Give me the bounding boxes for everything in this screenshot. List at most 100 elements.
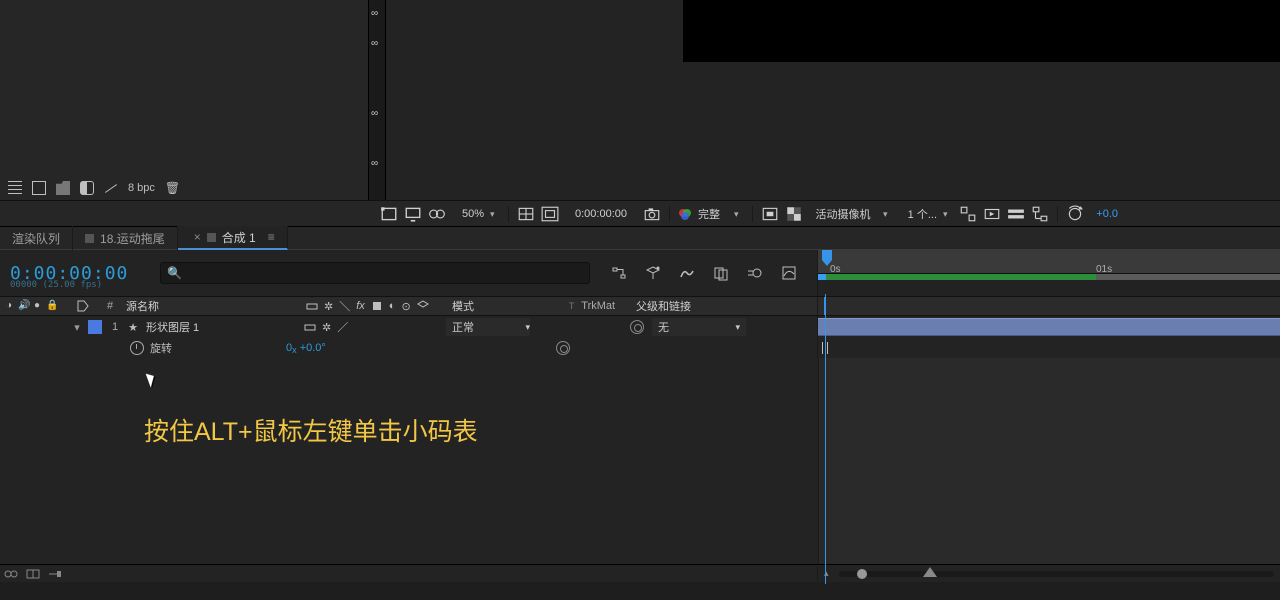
draft-3d-icon[interactable]: [643, 263, 663, 283]
region-of-interest-icon[interactable]: [761, 206, 779, 222]
timeline-zoom-slider[interactable]: [839, 571, 1274, 577]
view-count-dropdown[interactable]: 1 个...: [899, 206, 937, 222]
graph-editor-icon[interactable]: [779, 263, 799, 283]
tab-comp-1[interactable]: × 合成 1 ≡: [178, 226, 288, 250]
layer-audio-toggle[interactable]: [18, 322, 28, 332]
trkmat-prefix: T: [569, 301, 579, 311]
work-area-bar[interactable]: [818, 274, 1280, 280]
transparency-grid-icon[interactable]: [517, 206, 535, 222]
comp-mini-flowchart-icon[interactable]: [609, 263, 629, 283]
timeline-empty-right: [818, 358, 1280, 564]
layer-name[interactable]: 形状图层 1: [142, 319, 300, 335]
layer-collapse-icon[interactable]: ✲: [322, 321, 331, 334]
zoom-level[interactable]: 50%: [452, 208, 484, 220]
fast-preview-icon[interactable]: [983, 206, 1001, 222]
layer-color-swatch[interactable]: [88, 320, 102, 334]
layer-quality-slash-icon[interactable]: ／: [337, 319, 348, 335]
reset-exposure-icon[interactable]: [1066, 206, 1084, 222]
frame-blend-icon[interactable]: [711, 263, 731, 283]
bit-depth-icon[interactable]: [80, 181, 94, 195]
time-ruler[interactable]: 0s 01s: [818, 250, 1280, 274]
shy-icon[interactable]: [677, 263, 697, 283]
tab-comp-motion-trail[interactable]: 18.运动拖尾: [73, 226, 178, 250]
av-switches-header: ◑ 🔊 ● 🔒: [0, 301, 68, 311]
search-input[interactable]: [186, 267, 583, 279]
index-column-header[interactable]: #: [98, 300, 122, 312]
zoom-slider-knob[interactable]: [857, 569, 867, 579]
stopwatch-icon[interactable]: [130, 341, 144, 355]
time-ruler-area[interactable]: 0s 01s: [818, 250, 1280, 296]
video-eye-icon[interactable]: ◑: [4, 301, 14, 311]
pixel-aspect-icon[interactable]: [959, 206, 977, 222]
zoom-dropdown-icon[interactable]: [490, 208, 500, 220]
toggle-modes-icon[interactable]: [26, 567, 40, 581]
comp-color-swatch: [85, 234, 94, 243]
layer-lock-toggle[interactable]: [46, 322, 56, 332]
chevron-down-icon: ▾: [735, 322, 740, 333]
composition-viewer[interactable]: [386, 0, 1280, 200]
safe-zone-icon[interactable]: [541, 206, 559, 222]
monitor-icon[interactable]: [404, 206, 422, 222]
label-column-header[interactable]: [68, 300, 98, 312]
exposure-value[interactable]: +0.0: [1090, 208, 1118, 220]
rotation-value[interactable]: 0x +0.0°: [282, 342, 366, 354]
audio-speaker-icon[interactable]: 🔊: [18, 301, 28, 311]
current-time-display[interactable]: 0:00:00:00: [565, 208, 637, 220]
mask-visibility-icon[interactable]: [428, 206, 446, 222]
trkmat-column-header[interactable]: T TrkMat: [552, 300, 632, 312]
layer-quality-icon[interactable]: [304, 321, 316, 333]
bit-depth-label[interactable]: 8 bpc: [128, 182, 155, 194]
tab-render-queue[interactable]: 渲染队列: [0, 226, 73, 250]
property-timeline-lane[interactable]: [818, 338, 1280, 358]
active-camera-dropdown[interactable]: 活动摄像机: [809, 206, 877, 222]
twirl-down-icon[interactable]: ▾: [68, 321, 86, 334]
layer-video-toggle[interactable]: [4, 322, 14, 332]
property-name[interactable]: 旋转: [150, 340, 172, 356]
layer-solo-toggle[interactable]: [32, 322, 42, 332]
parent-column-header[interactable]: 父级和链接: [632, 298, 782, 314]
resolution-dropdown[interactable]: 完整: [698, 206, 728, 222]
tab-close-icon[interactable]: ×: [194, 230, 201, 244]
ruler-tick: [371, 8, 378, 19]
solo-dot-icon[interactable]: ●: [32, 301, 42, 311]
mode-column-header[interactable]: 模式: [448, 298, 552, 314]
flowchart-icon[interactable]: [1031, 206, 1049, 222]
folder-icon[interactable]: [56, 181, 70, 195]
pick-whip-icon[interactable]: [630, 320, 644, 334]
frame-fps-label: 00000 (25.00 fps): [10, 280, 102, 290]
toggle-switches-icon[interactable]: [4, 567, 18, 581]
expression-pick-whip-icon[interactable]: [556, 341, 570, 355]
comp-color-swatch: [207, 233, 216, 242]
channel-icon[interactable]: [678, 207, 692, 221]
playhead-icon[interactable]: [822, 250, 832, 260]
work-area-handle[interactable]: [818, 274, 826, 280]
layer-duration-bar[interactable]: [818, 318, 1280, 336]
timeline-search[interactable]: 🔍: [160, 262, 590, 284]
views-caret-icon[interactable]: [943, 208, 953, 220]
tab-label: 18.运动拖尾: [100, 230, 165, 247]
parent-dropdown[interactable]: 无 ▾: [652, 318, 746, 336]
mask-boundary-icon[interactable]: [380, 206, 398, 222]
transparency-toggle-icon[interactable]: [785, 206, 803, 222]
timeline-bottom-bar: ▴: [0, 564, 1280, 582]
layer-timeline-lane[interactable]: [818, 316, 1280, 338]
snapshot-icon[interactable]: [643, 206, 661, 222]
camera-caret-icon[interactable]: [883, 208, 893, 220]
blend-mode-value: 正常: [452, 319, 474, 335]
motion-blur-icon[interactable]: [745, 263, 765, 283]
timeline-panel-icon[interactable]: [1007, 206, 1025, 222]
source-name-column-header[interactable]: 源名称: [122, 298, 302, 314]
lock-icon[interactable]: 🔒: [46, 301, 56, 311]
interpret-icon[interactable]: [104, 181, 118, 195]
resolution-caret-icon[interactable]: [734, 208, 744, 220]
trash-icon[interactable]: [165, 181, 179, 195]
blend-mode-dropdown[interactable]: 正常 ▾: [446, 318, 530, 336]
list-view-icon[interactable]: [8, 181, 22, 195]
rotation-degrees: +0.0°: [300, 342, 326, 354]
tab-menu-icon[interactable]: ≡: [268, 230, 275, 244]
thumbnail-view-icon[interactable]: [32, 181, 46, 195]
toggle-inout-icon[interactable]: [48, 567, 62, 581]
preview-frame: [683, 0, 1280, 62]
layer-row-1[interactable]: ▾ 1 ★ 形状图层 1 ✲ ／ 正常 ▾ 无 ▾: [0, 316, 1280, 338]
playhead-line[interactable]: [825, 294, 826, 584]
